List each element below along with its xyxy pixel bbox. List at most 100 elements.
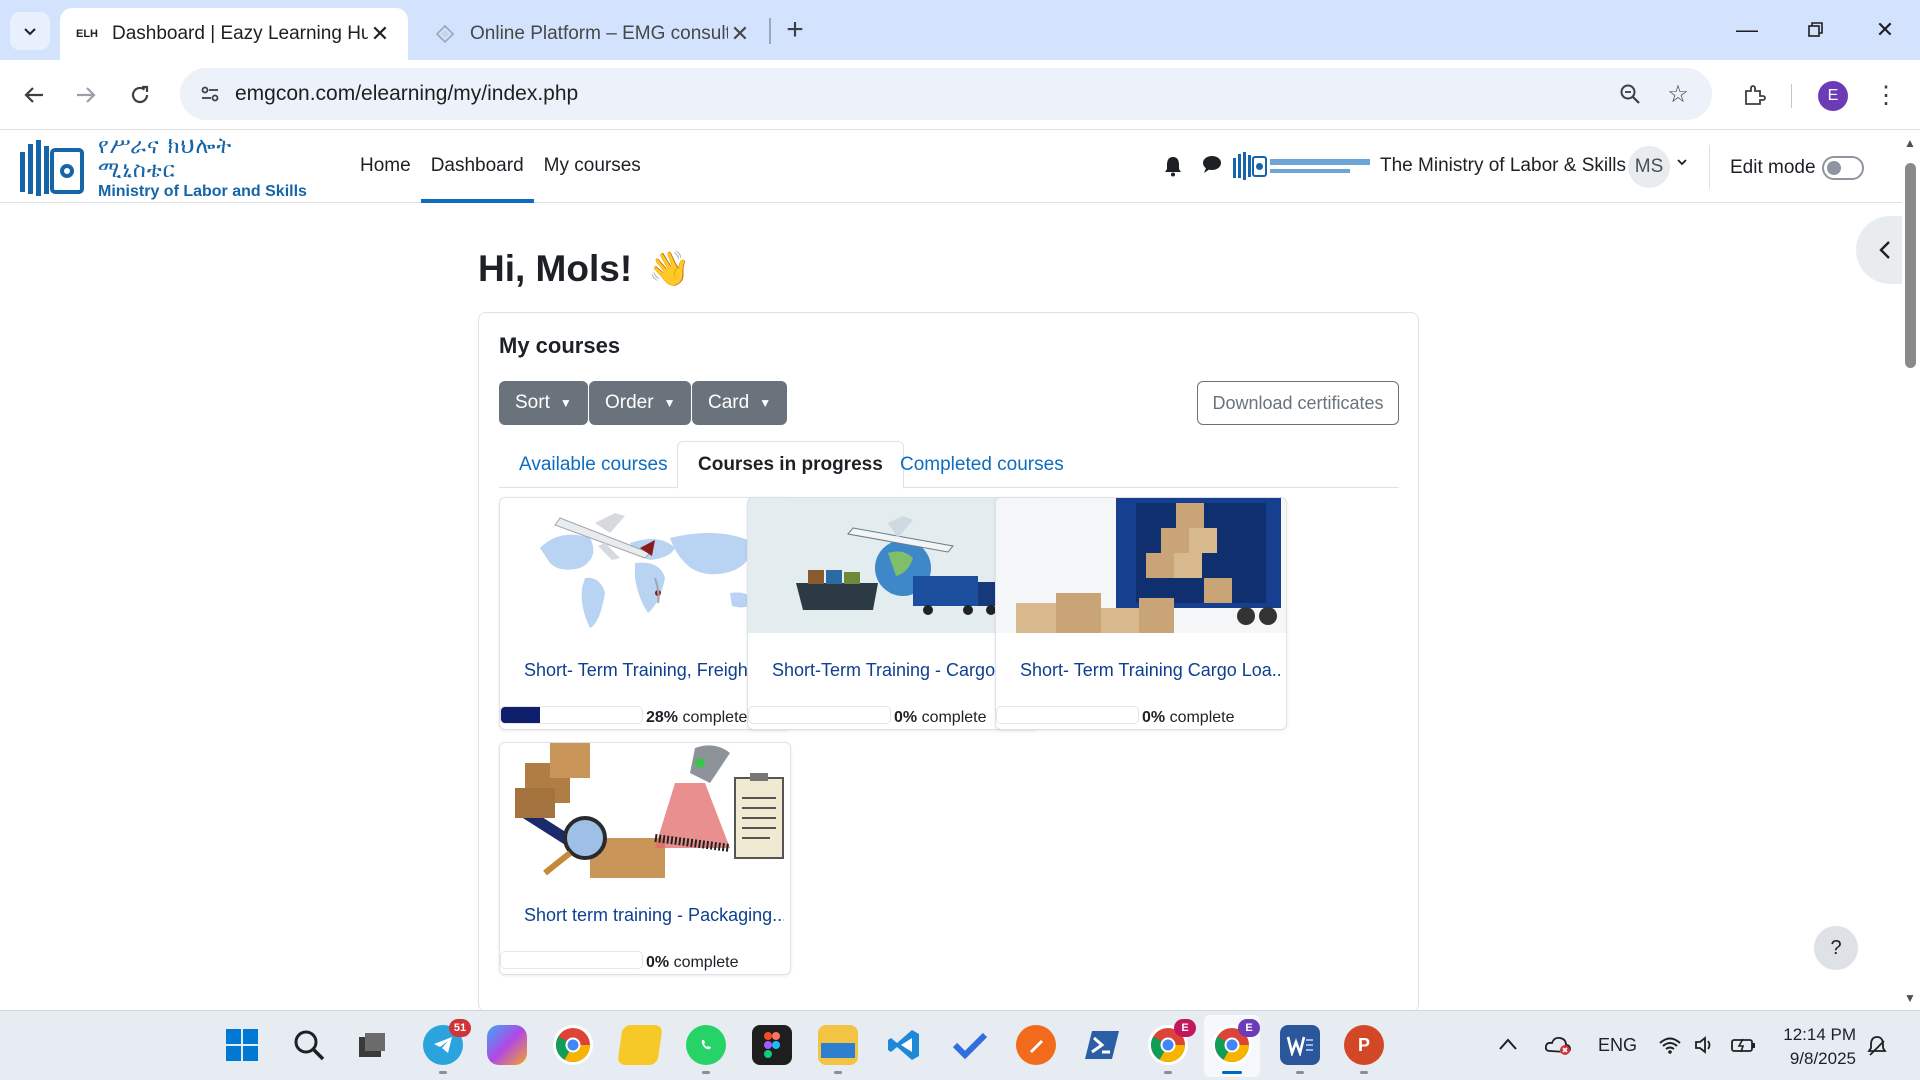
course-name-link[interactable]: Short-Term Training - Cargo De... [772, 660, 1032, 681]
scroll-up-arrow-icon[interactable]: ▲ [1904, 136, 1916, 150]
help-button[interactable]: ? [1814, 926, 1858, 970]
chevron-left-icon [1879, 241, 1890, 259]
browser-tab-inactive[interactable]: Online Platform – EMG consulti ✕ [418, 8, 768, 60]
forward-icon[interactable] [66, 75, 106, 115]
address-bar[interactable]: emgcon.com/elearning/my/index.php ☆ [180, 68, 1712, 120]
minimize-icon[interactable]: — [1724, 10, 1770, 50]
close-tab-icon[interactable]: ✕ [368, 21, 392, 47]
download-certificates-button[interactable]: Download certificates [1197, 381, 1399, 425]
course-name-link[interactable]: Short- Term Training, Freight Tr... [524, 660, 784, 681]
url-text[interactable]: emgcon.com/elearning/my/index.php [235, 82, 578, 106]
show-hidden-icons-chevron-up-icon[interactable] [1498, 1035, 1518, 1056]
todo-checkmark-icon[interactable] [950, 1025, 990, 1065]
ministry-logo-icon [18, 138, 88, 198]
pen-app-icon[interactable] [1016, 1025, 1056, 1065]
course-image-boxes-scanner-clipboard [500, 743, 790, 878]
telegram-unread-badge: 51 [449, 1019, 471, 1037]
course-card[interactable]: Short term training - Packaging... 0% co… [499, 742, 791, 975]
system-clock[interactable]: 12:14 PM 9/8/2025 [1776, 1023, 1856, 1071]
page-greeting: Hi, Mols! 👋 [478, 248, 691, 290]
zoom-icon[interactable] [1614, 78, 1646, 110]
edit-mode-toggle[interactable] [1822, 156, 1864, 180]
battery-charging-icon[interactable] [1730, 1035, 1758, 1060]
telegram-icon[interactable]: 51 [423, 1019, 471, 1065]
scrollbar-thumb[interactable] [1905, 163, 1916, 368]
order-dropdown[interactable]: Order ▼ [589, 381, 692, 425]
chevron-down-icon [24, 28, 36, 36]
tab-completed-courses[interactable]: Completed courses [880, 441, 1084, 488]
sticky-notes-icon[interactable] [617, 1025, 663, 1065]
user-avatar[interactable]: MS [1628, 146, 1670, 188]
file-explorer-icon[interactable] [818, 1025, 858, 1065]
messages-chat-icon[interactable] [1201, 154, 1223, 180]
user-menu-chevron-down-icon[interactable] [1676, 155, 1688, 171]
notifications-center-icon[interactable] [1866, 1035, 1888, 1062]
running-indicator [1296, 1071, 1304, 1074]
logo-amharic-text: የሥራና ክህሎት ሚኒስቴር [98, 134, 233, 184]
progress-label: complete [921, 709, 987, 726]
chrome-active-profile-icon[interactable]: E [1212, 1019, 1260, 1065]
course-progress-bar [996, 706, 1139, 724]
tab-search-button[interactable] [10, 12, 50, 50]
active-indicator [1222, 1071, 1242, 1074]
scroll-down-arrow-icon[interactable]: ▼ [1904, 991, 1916, 1005]
edit-mode-label: Edit mode [1730, 157, 1816, 178]
view-card-dropdown[interactable]: Card ▼ [692, 381, 788, 425]
chrome-icon[interactable] [553, 1025, 593, 1065]
card-label: Card [708, 392, 750, 413]
tab-separator [769, 18, 771, 44]
site-navbar: የሥራና ክህሎት ሚኒስቴር Ministry of Labor and Sk… [0, 131, 1902, 203]
progress-label: complete [1169, 709, 1235, 726]
clock-time: 12:14 PM [1783, 1025, 1856, 1044]
task-view-icon[interactable] [352, 1025, 392, 1065]
nav-dashboard[interactable]: Dashboard [420, 131, 534, 203]
organization-name: The Ministry of Labor & Skills [1380, 155, 1627, 176]
wifi-icon[interactable] [1658, 1035, 1682, 1060]
vscode-icon[interactable] [884, 1025, 924, 1065]
figma-icon[interactable] [752, 1025, 792, 1065]
chevron-down-icon: ▼ [759, 396, 772, 410]
close-window-icon[interactable]: ✕ [1862, 10, 1908, 50]
copilot-icon[interactable] [487, 1025, 527, 1065]
nav-my-courses[interactable]: My courses [534, 131, 651, 203]
course-card[interactable]: Short- Term Training Cargo Loa... 0% com… [995, 497, 1287, 730]
tab-courses-in-progress[interactable]: Courses in progress [677, 441, 904, 489]
site-logo[interactable]: የሥራና ክህሎት ሚኒስቴር Ministry of Labor and Sk… [18, 134, 318, 200]
sort-dropdown[interactable]: Sort ▼ [499, 381, 588, 425]
chevron-down-icon: ▼ [663, 396, 676, 410]
powerpoint-icon[interactable]: P [1344, 1025, 1384, 1065]
progress-text: 28% complete [646, 709, 748, 726]
back-icon[interactable] [14, 75, 54, 115]
new-tab-button[interactable]: + [780, 14, 810, 48]
tab-available-courses[interactable]: Available courses [499, 441, 688, 488]
order-label: Order [605, 392, 654, 413]
whatsapp-icon[interactable] [686, 1025, 726, 1065]
chrome-profile-icon[interactable]: E [1148, 1019, 1196, 1065]
search-icon[interactable] [289, 1025, 329, 1065]
course-name-link[interactable]: Short term training - Packaging... [524, 905, 784, 926]
extensions-icon[interactable] [1734, 75, 1774, 115]
powershell-icon[interactable] [1082, 1025, 1122, 1065]
course-progress-bar [500, 706, 643, 724]
progress-fill [501, 707, 541, 723]
chrome-profile-badge: E [1174, 1019, 1196, 1037]
nav-home[interactable]: Home [350, 131, 421, 203]
site-info-icon[interactable] [194, 78, 226, 110]
primary-navigation: Home Dashboard My courses [350, 131, 651, 203]
browser-profile-avatar[interactable]: E [1818, 81, 1848, 111]
browser-tab-active[interactable]: ELH Dashboard | Eazy Learning Hub ✕ [60, 8, 408, 60]
menu-kebab-icon[interactable]: ⋮ [1866, 75, 1906, 115]
restore-icon[interactable] [1793, 10, 1839, 50]
course-name-link[interactable]: Short- Term Training Cargo Loa... [1020, 660, 1280, 681]
close-tab-icon[interactable]: ✕ [728, 21, 752, 47]
language-indicator[interactable]: ENG [1598, 1035, 1637, 1056]
onedrive-error-icon[interactable] [1544, 1035, 1572, 1060]
windows-start-icon[interactable] [222, 1025, 262, 1065]
running-indicator [1360, 1071, 1368, 1074]
word-icon[interactable] [1280, 1025, 1320, 1065]
bookmark-star-icon[interactable]: ☆ [1662, 78, 1694, 110]
running-indicator [439, 1071, 447, 1074]
notifications-bell-icon[interactable] [1163, 155, 1183, 183]
volume-icon[interactable] [1694, 1035, 1718, 1060]
reload-icon[interactable] [120, 75, 160, 115]
